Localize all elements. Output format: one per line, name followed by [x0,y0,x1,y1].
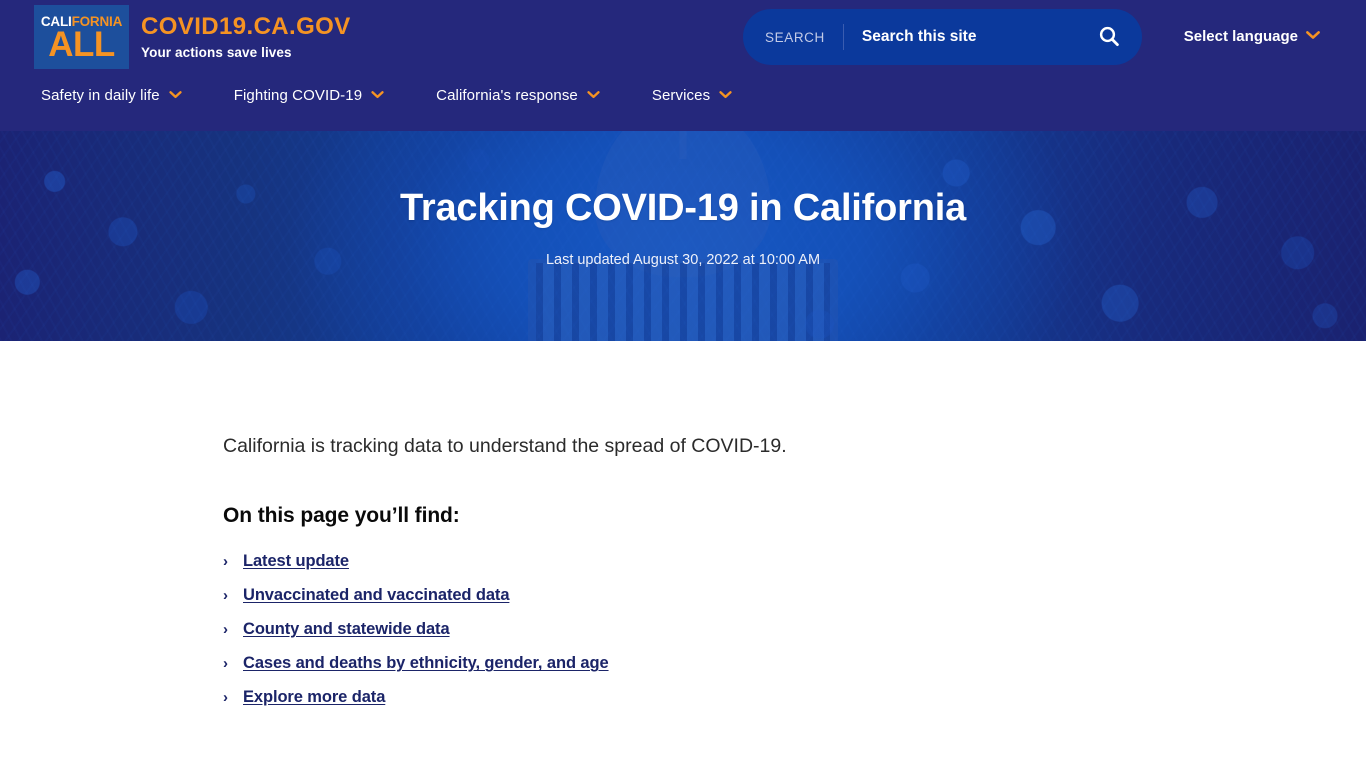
nav-item-fighting-covid-19[interactable]: Fighting COVID-19 [234,86,384,104]
page-title: Tracking COVID-19 in California [399,187,967,229]
chevron-down-icon [1306,27,1320,45]
search-submit-button[interactable] [1094,22,1124,52]
list-item: › Latest update [223,552,1366,571]
chevron-down-icon [371,86,384,104]
chevron-right-icon: › [223,553,228,571]
chevron-down-icon [169,86,182,104]
nav-item-label: Services [651,86,711,104]
nav-item-label: Fighting COVID-19 [233,86,363,104]
nav-item-safety-in-daily-life[interactable]: Safety in daily life [41,86,182,104]
hero-content: Tracking COVID-19 in California Last upd… [0,131,1366,268]
chevron-down-icon [719,86,732,104]
nav-item-services[interactable]: Services [652,86,732,104]
site-header: CALIFORNIA ALL COVID19.CA.GOV Your actio… [0,0,1366,131]
intro-paragraph: California is tracking data to understan… [223,435,787,457]
nav-item-label: California's response [436,86,578,104]
anchor-link-unvaccinated-and-vaccinated-data[interactable]: Unvaccinated and vaccinated data [243,586,510,605]
main-content: California is tracking data to understan… [0,341,1366,708]
brand-text: COVID19.CA.GOV Your actions save lives [141,12,351,61]
site-logo-link[interactable]: CALIFORNIA ALL COVID19.CA.GOV Your actio… [34,5,351,69]
chevron-right-icon: › [223,587,228,605]
list-item: › Unvaccinated and vaccinated data [223,586,1366,605]
search-label: SEARCH [765,29,825,45]
list-item: › Cases and deaths by ethnicity, gender,… [223,654,1366,673]
on-this-page-heading: On this page you’ll find: [223,504,460,528]
main-navigation: Safety in daily life Fighting COVID-19 C… [0,86,784,104]
list-item: › County and statewide data [223,620,1366,639]
search-input[interactable] [861,28,1088,46]
chevron-right-icon: › [223,689,228,707]
search-divider [842,24,844,50]
list-item: › Explore more data [223,688,1366,707]
header-top-bar: CALIFORNIA ALL COVID19.CA.GOV Your actio… [0,0,1366,75]
nav-item-californias-response[interactable]: California's response [436,86,600,104]
page-hero: Tracking COVID-19 in California Last upd… [0,131,1366,341]
anchor-link-latest-update[interactable]: Latest update [243,552,349,571]
search-icon [1097,24,1121,51]
language-selector[interactable]: Select language [1184,27,1320,45]
chevron-right-icon: › [223,621,228,639]
anchor-link-explore-more-data[interactable]: Explore more data [243,688,385,707]
california-all-logo: CALIFORNIA ALL [34,5,129,69]
site-search[interactable]: SEARCH [743,9,1142,65]
nav-item-label: Safety in daily life [41,86,160,104]
anchor-link-cases-and-deaths-by-ethnicity-gender-and-age[interactable]: Cases and deaths by ethnicity, gender, a… [243,654,609,673]
logo-word-all: ALL [48,25,115,65]
last-updated-text: Last updated August 30, 2022 at 10:00 AM [545,251,821,268]
chevron-right-icon: › [223,655,228,673]
language-selector-label: Select language [1183,27,1298,45]
brand-tagline: Your actions save lives [141,45,292,61]
chevron-down-icon [587,86,600,104]
on-this-page-link-list: › Latest update › Unvaccinated and vacci… [223,552,1366,707]
brand-title: COVID19.CA.GOV [141,12,351,40]
anchor-link-county-and-statewide-data[interactable]: County and statewide data [243,620,450,639]
